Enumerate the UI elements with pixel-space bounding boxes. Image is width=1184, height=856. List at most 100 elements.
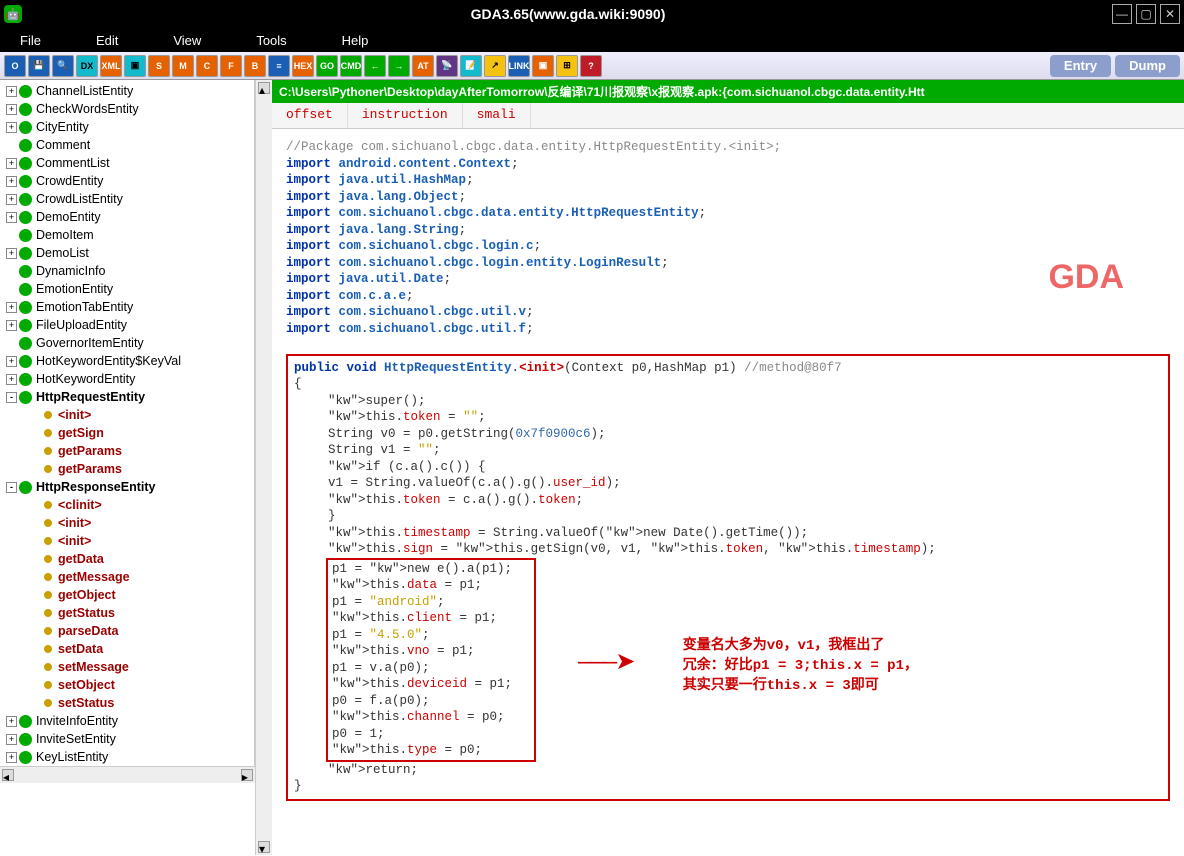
tree-item[interactable]: +InviteSetEntity [2,730,254,748]
tree-item[interactable]: +FileUploadEntity [2,316,254,334]
expand-icon[interactable]: - [6,482,17,493]
tree-item[interactable]: +CityEntity [2,118,254,136]
tree-item[interactable]: +HotKeywordEntity$KeyVal [2,352,254,370]
expand-icon[interactable]: + [6,122,17,133]
expand-icon[interactable]: + [6,248,17,259]
tab-instruction[interactable]: instruction [348,103,463,128]
xml-icon[interactable]: XML [100,55,122,77]
menu-help[interactable]: Help [342,33,369,48]
s-icon[interactable]: S [148,55,170,77]
back-icon[interactable]: ← [364,55,386,77]
expand-icon[interactable]: + [6,194,17,205]
expand-icon[interactable]: + [6,752,17,763]
menu-edit[interactable]: Edit [96,33,118,48]
box-icon[interactable]: ▣ [532,55,554,77]
tree-item[interactable]: setData [2,640,254,658]
tree-item[interactable]: DemoItem [2,226,254,244]
refresh-icon[interactable]: O [4,55,26,77]
tree-item[interactable]: +CheckWordsEntity [2,100,254,118]
search-icon[interactable]: 🔍 [52,55,74,77]
c-icon[interactable]: C [196,55,218,77]
tree-item[interactable]: <clinit> [2,496,254,514]
menu-view[interactable]: View [173,33,201,48]
v-scrollbar[interactable]: ▴ ▾ [255,80,272,855]
expand-icon[interactable]: + [6,176,17,187]
tree-item[interactable]: setStatus [2,694,254,712]
tree-item[interactable]: getMessage [2,568,254,586]
close-icon[interactable]: ✕ [1160,4,1180,24]
expand-icon[interactable]: + [6,716,17,727]
minimize-icon[interactable]: — [1112,4,1132,24]
tree-item[interactable]: +HotKeywordEntity [2,370,254,388]
expand-icon[interactable]: + [6,356,17,367]
hex-icon[interactable]: HEX [292,55,314,77]
tree-item[interactable]: getParams [2,460,254,478]
screen-icon[interactable]: ▣ [124,55,146,77]
tree-item[interactable]: GovernorItemEntity [2,334,254,352]
tree-item[interactable]: +CrowdEntity [2,172,254,190]
expand-icon[interactable]: + [6,86,17,97]
tree-item[interactable]: +CommentList [2,154,254,172]
scroll-right-icon[interactable]: ▸ [241,769,253,781]
dex-icon[interactable]: DX [76,55,98,77]
tree-item[interactable]: -HttpRequestEntity [2,388,254,406]
scroll-up-icon[interactable]: ▴ [258,82,270,94]
help-icon[interactable]: ? [580,55,602,77]
note-icon[interactable]: 📝 [460,55,482,77]
tab-smali[interactable]: smali [463,103,531,128]
tree-item[interactable]: parseData [2,622,254,640]
expand-icon[interactable]: + [6,104,17,115]
scroll-left-icon[interactable]: ◂ [2,769,14,781]
link-icon[interactable]: LINK [508,55,530,77]
menu-file[interactable]: File [20,33,41,48]
tree-item[interactable]: setObject [2,676,254,694]
tree-item[interactable]: <init> [2,532,254,550]
tree-item[interactable]: +InviteInfoEntity [2,712,254,730]
expand-icon[interactable]: + [6,734,17,745]
tree-item[interactable]: DynamicInfo [2,262,254,280]
entry-button[interactable]: Entry [1050,55,1111,77]
scroll-down-icon[interactable]: ▾ [258,841,270,853]
tab-offset[interactable]: offset [272,103,348,128]
out-icon[interactable]: ↗ [484,55,506,77]
maximize-icon[interactable]: ▢ [1136,4,1156,24]
tree-item[interactable]: getObject [2,586,254,604]
expand-icon[interactable]: + [6,302,17,313]
menu-tools[interactable]: Tools [256,33,286,48]
f-icon[interactable]: F [220,55,242,77]
expand-icon[interactable]: + [6,212,17,223]
tree-item[interactable]: getStatus [2,604,254,622]
code-view[interactable]: //Package com.sichuanol.cbgc.data.entity… [272,129,1184,855]
tree-item[interactable]: getSign [2,424,254,442]
tree-item[interactable]: -HttpResponseEntity [2,478,254,496]
tree-item[interactable]: Comment [2,136,254,154]
m-icon[interactable]: M [172,55,194,77]
tree-item[interactable]: <init> [2,514,254,532]
tree-item[interactable]: +DemoList [2,244,254,262]
tree-item[interactable]: +DemoEntity [2,208,254,226]
tree-item[interactable]: +ChannelListEntity [2,82,254,100]
grid-icon[interactable]: ⊞ [556,55,578,77]
cmd-icon[interactable]: CMD [340,55,362,77]
tree-item[interactable]: +EmotionTabEntity [2,298,254,316]
tree-item[interactable]: getParams [2,442,254,460]
go-icon[interactable]: GO [316,55,338,77]
expand-icon[interactable]: + [6,158,17,169]
tree-item[interactable]: +KeyListEntity [2,748,254,766]
expand-icon[interactable]: + [6,374,17,385]
save-icon[interactable]: 💾 [28,55,50,77]
at-icon[interactable]: AT [412,55,434,77]
antenna-icon[interactable]: 📡 [436,55,458,77]
tree-item[interactable]: EmotionEntity [2,280,254,298]
fwd-icon[interactable]: → [388,55,410,77]
tree-item[interactable]: getData [2,550,254,568]
expand-icon[interactable]: + [6,320,17,331]
expand-icon[interactable]: - [6,392,17,403]
tree-item[interactable]: <init> [2,406,254,424]
h-scrollbar[interactable]: ◂ ▸ [0,766,255,783]
tree-item[interactable]: setMessage [2,658,254,676]
class-tree[interactable]: +ChannelListEntity+CheckWordsEntity+City… [0,80,255,766]
dump-button[interactable]: Dump [1115,55,1180,77]
b-icon[interactable]: B [244,55,266,77]
tree-item[interactable]: +CrowdListEntity [2,190,254,208]
